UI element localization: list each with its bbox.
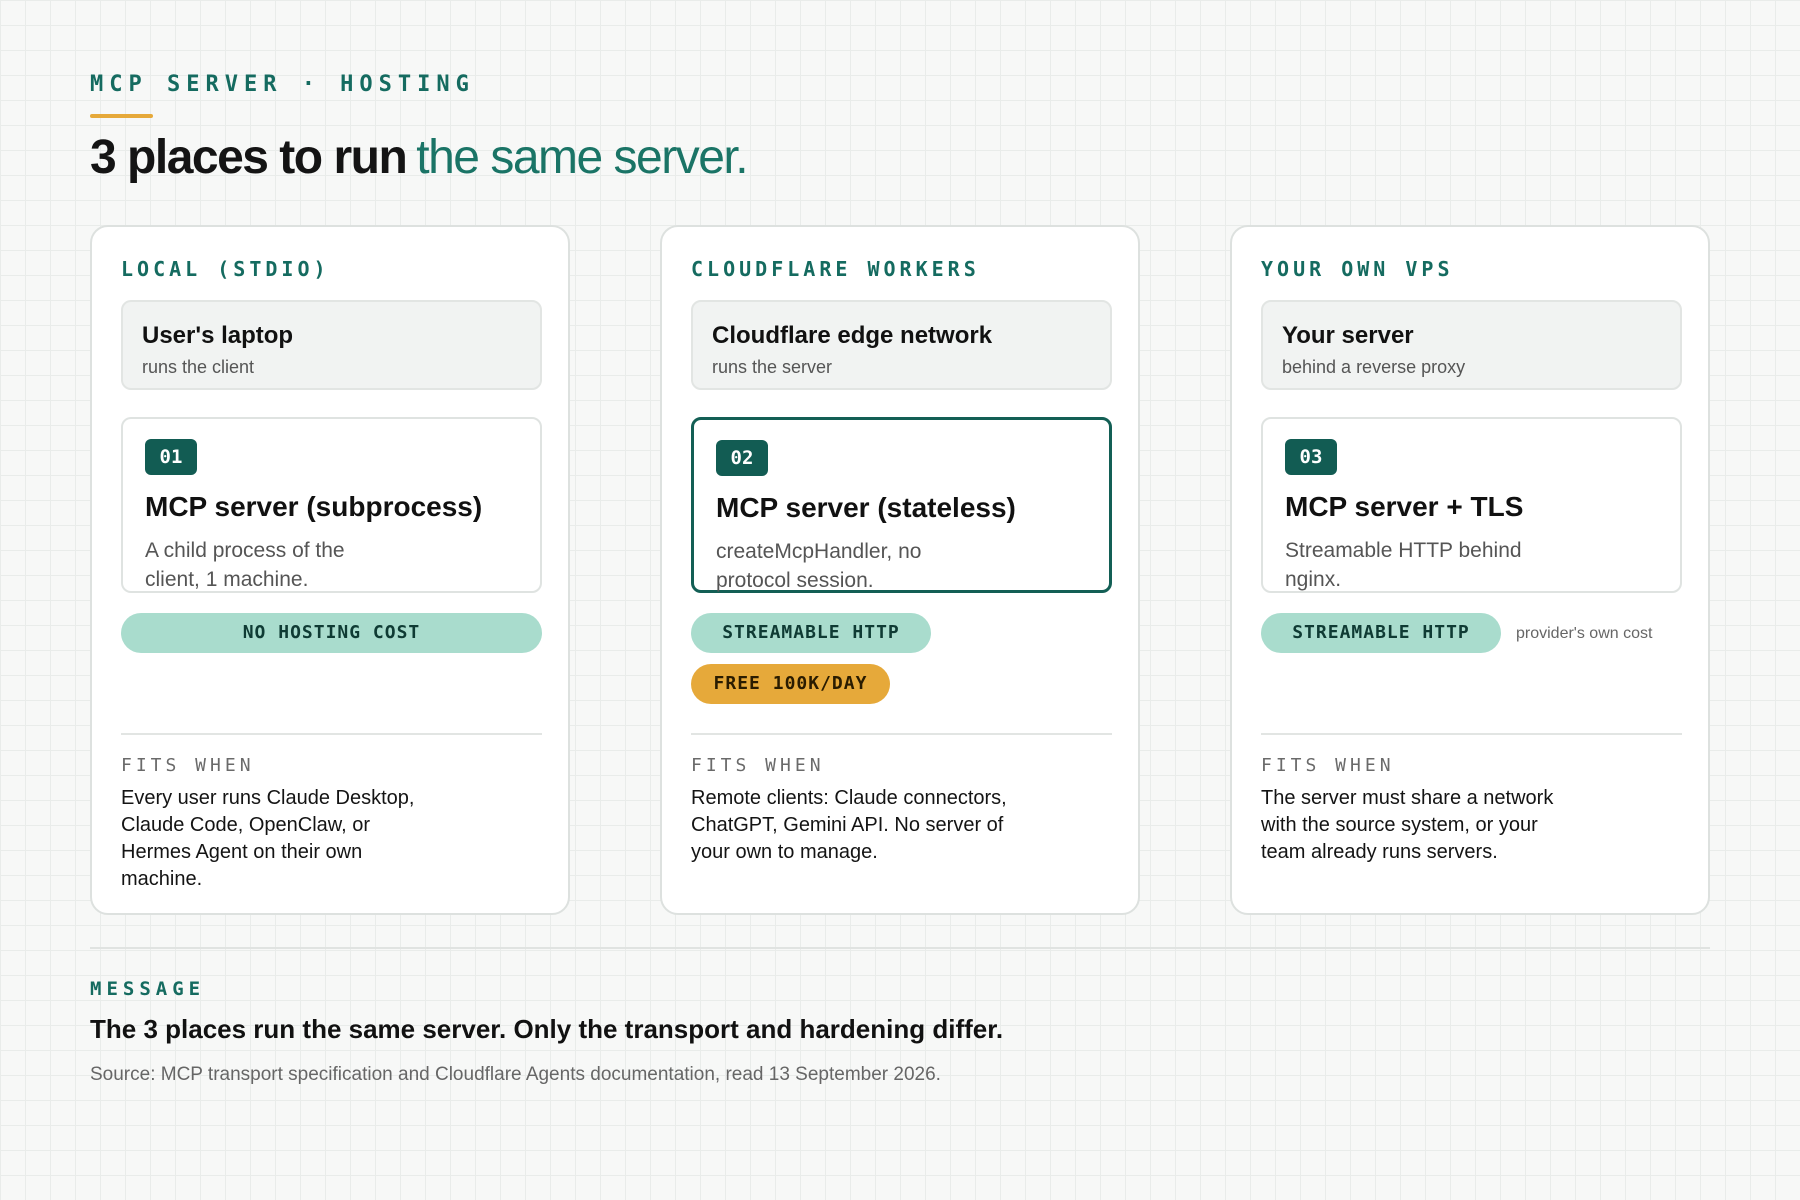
server-box: 03 MCP server + TLS Streamable HTTP behi… bbox=[1261, 417, 1682, 593]
divider bbox=[1261, 733, 1682, 735]
pill-streamable-http: STREAMABLE HTTP bbox=[1261, 613, 1501, 653]
fits-when-label: FITS WHEN bbox=[1261, 755, 1395, 776]
divider bbox=[691, 733, 1112, 735]
pill-no-hosting-cost: NO HOSTING COST bbox=[121, 613, 542, 653]
fits-when-text: Every user runs Claude Desktop, Claude C… bbox=[121, 787, 415, 890]
host-box: Your server behind a reverse proxy bbox=[1261, 300, 1682, 390]
fits-when-text: Remote clients: Claude connectors, ChatG… bbox=[691, 787, 1007, 863]
page-title: 3 places to run the same server. bbox=[90, 130, 749, 185]
pill-streamable-http: STREAMABLE HTTP bbox=[691, 613, 931, 653]
number-badge: 02 bbox=[716, 440, 768, 476]
number-badge: 03 bbox=[1285, 439, 1337, 475]
source-note: Source: MCP transport specification and … bbox=[90, 1064, 941, 1085]
host-subtitle: runs the client bbox=[142, 357, 255, 377]
headline-accent: the same server. bbox=[416, 131, 748, 184]
card-title: YOUR OWN VPS bbox=[1261, 257, 1454, 281]
card-title: CLOUDFLARE WORKERS bbox=[691, 257, 980, 281]
host-name: User's laptop bbox=[142, 322, 294, 349]
message-text: The 3 places run the same server. Only t… bbox=[90, 1014, 1004, 1044]
fits-when-text: The server must share a network with the… bbox=[1261, 787, 1554, 863]
server-title: MCP server + TLS bbox=[1285, 491, 1524, 522]
host-box: Cloudflare edge network runs the server bbox=[691, 300, 1112, 390]
host-subtitle: behind a reverse proxy bbox=[1282, 357, 1466, 377]
host-box: User's laptop runs the client bbox=[121, 300, 542, 390]
fits-when-label: FITS WHEN bbox=[691, 755, 825, 776]
server-title: MCP server (stateless) bbox=[716, 492, 1016, 523]
card-vps: YOUR OWN VPS Your server behind a revers… bbox=[1230, 225, 1710, 915]
server-description: createMcpHandler, no protocol session. bbox=[716, 540, 922, 592]
divider bbox=[121, 733, 542, 735]
pill-free-tier: FREE 100K/DAY bbox=[691, 664, 890, 704]
card-local: LOCAL (STDIO) User's laptop runs the cli… bbox=[90, 225, 570, 915]
eyebrow-underline bbox=[90, 114, 153, 118]
cost-note: provider's own cost bbox=[1516, 625, 1653, 642]
host-name: Cloudflare edge network bbox=[712, 322, 993, 349]
card-title: LOCAL (STDIO) bbox=[121, 257, 330, 281]
server-description: A child process of the client, 1 machine… bbox=[145, 539, 345, 591]
server-title: MCP server (subprocess) bbox=[145, 491, 483, 522]
section-divider bbox=[90, 947, 1710, 949]
fits-when-label: FITS WHEN bbox=[121, 755, 255, 776]
server-box-highlighted: 02 MCP server (stateless) createMcpHandl… bbox=[691, 417, 1112, 593]
message-label: MESSAGE bbox=[90, 978, 206, 1000]
card-cloudflare: CLOUDFLARE WORKERS Cloudflare edge netwo… bbox=[660, 225, 1140, 915]
host-subtitle: runs the server bbox=[712, 357, 833, 377]
host-name: Your server bbox=[1282, 322, 1414, 349]
server-box: 01 MCP server (subprocess) A child proce… bbox=[121, 417, 542, 593]
headline-dark: 3 places to run bbox=[90, 131, 408, 184]
eyebrow: MCP SERVER · HOSTING bbox=[90, 72, 475, 97]
server-description: Streamable HTTP behind nginx. bbox=[1285, 539, 1522, 591]
number-badge: 01 bbox=[145, 439, 197, 475]
